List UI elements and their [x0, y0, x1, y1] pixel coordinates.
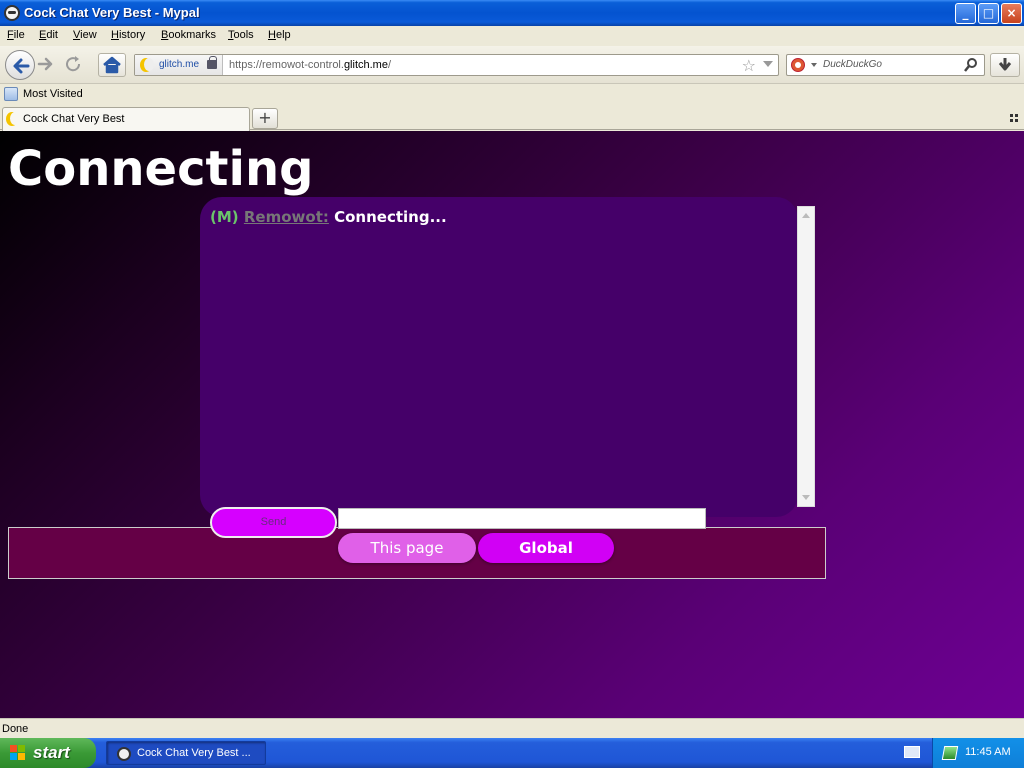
page-content: Connecting (M) Remowot: Connecting... Se… [0, 131, 1024, 718]
site-identity-button[interactable]: glitch.me [135, 55, 223, 75]
chat-message: (M) Remowot: Connecting... [210, 208, 447, 226]
minimize-icon: _ [962, 6, 969, 20]
message-username-link[interactable]: Remowot: [244, 208, 329, 226]
tab-favicon-icon [6, 112, 20, 126]
menu-bar: File Edit View History Bookmarks Tools H… [0, 26, 1024, 46]
download-arrow-icon [998, 58, 1012, 71]
minimize-button[interactable]: _ [955, 3, 976, 24]
taskbar: start Cock Chat Very Best ... 11:45 AM [0, 738, 1024, 768]
windows-flag-icon [10, 745, 26, 761]
address-bar[interactable]: glitch.me https://remowot-control.glitch… [134, 54, 779, 76]
back-arrow-icon [13, 58, 30, 74]
tab-global[interactable]: Global [478, 533, 614, 563]
home-icon [103, 56, 121, 74]
menu-bookmarks[interactable]: Bookmarks [161, 29, 216, 41]
start-button[interactable]: start [0, 738, 96, 768]
page-heading: Connecting [8, 141, 314, 197]
menu-help[interactable]: Help [268, 29, 291, 41]
tab-label: Cock Chat Very Best [23, 113, 125, 125]
maximize-icon: □ [982, 6, 995, 20]
downloads-button[interactable] [990, 53, 1020, 77]
home-button[interactable] [98, 53, 126, 77]
status-bar: Done [0, 718, 1024, 738]
status-text: Done [2, 723, 29, 735]
site-favicon-icon [140, 58, 154, 72]
chat-scrollbar[interactable] [797, 206, 815, 507]
maximize-button[interactable]: □ [978, 3, 999, 24]
taskbar-item-browser[interactable]: Cock Chat Very Best ... [106, 741, 266, 765]
start-label: start [33, 743, 70, 762]
taskbar-item-label: Cock Chat Very Best ... [137, 747, 251, 759]
menu-edit[interactable]: Edit [39, 29, 58, 41]
most-visited-icon [4, 87, 18, 101]
window-title: Cock Chat Very Best - Mypal [24, 5, 200, 20]
url-dropdown-icon[interactable] [763, 61, 773, 67]
mypal-app-icon [4, 5, 20, 21]
send-button[interactable]: Send [210, 507, 337, 538]
search-engine-dropdown-icon[interactable] [811, 63, 817, 67]
chat-input[interactable] [338, 508, 706, 529]
search-placeholder: DuckDuckGo [823, 59, 882, 70]
reload-button[interactable] [64, 55, 86, 75]
tab-list-icon[interactable] [1010, 114, 1018, 122]
menu-history[interactable]: History [111, 29, 145, 41]
title-bar: Cock Chat Very Best - Mypal _ □ × [0, 0, 1024, 26]
tab-strip: Cock Chat Very Best + [0, 106, 1024, 131]
bookmark-most-visited[interactable]: Most Visited [23, 88, 83, 100]
back-button[interactable] [5, 50, 35, 80]
search-bar[interactable]: DuckDuckGo [786, 54, 985, 76]
reload-icon [66, 56, 81, 72]
close-button[interactable]: × [1001, 3, 1022, 24]
identity-domain: glitch.me [159, 59, 200, 70]
network-icon[interactable] [941, 746, 959, 760]
scroll-up-icon[interactable] [802, 213, 810, 218]
clock[interactable]: 11:45 AM [965, 746, 1011, 758]
browser-window: Cock Chat Very Best - Mypal _ □ × File E… [0, 0, 1024, 738]
message-tag: (M) [210, 208, 239, 226]
keyboard-icon[interactable] [904, 746, 920, 758]
lock-icon [207, 56, 217, 69]
menu-file[interactable]: File [7, 29, 25, 41]
forward-button[interactable] [36, 55, 58, 75]
forward-arrow-icon [37, 57, 53, 71]
tab-cock-chat[interactable]: Cock Chat Very Best [2, 107, 250, 131]
message-text: Connecting... [334, 208, 447, 226]
bookmarks-toolbar: Most Visited [0, 84, 1024, 106]
new-tab-button[interactable]: + [252, 108, 278, 129]
mypal-task-icon [117, 747, 131, 761]
tab-this-page[interactable]: This page [338, 533, 476, 563]
close-icon: × [1006, 6, 1017, 20]
scroll-down-icon[interactable] [802, 495, 810, 500]
system-tray: 11:45 AM [932, 738, 1024, 768]
url-text[interactable]: https://remowot-control.glitch.me/ [229, 59, 391, 71]
menu-tools[interactable]: Tools [228, 29, 254, 41]
search-icon[interactable] [963, 57, 979, 73]
navigation-toolbar: glitch.me https://remowot-control.glitch… [0, 46, 1024, 84]
chat-log [200, 197, 798, 517]
duckduckgo-icon[interactable] [791, 58, 805, 72]
bookmark-star-icon[interactable]: ☆ [742, 56, 756, 75]
menu-view[interactable]: View [73, 29, 97, 41]
